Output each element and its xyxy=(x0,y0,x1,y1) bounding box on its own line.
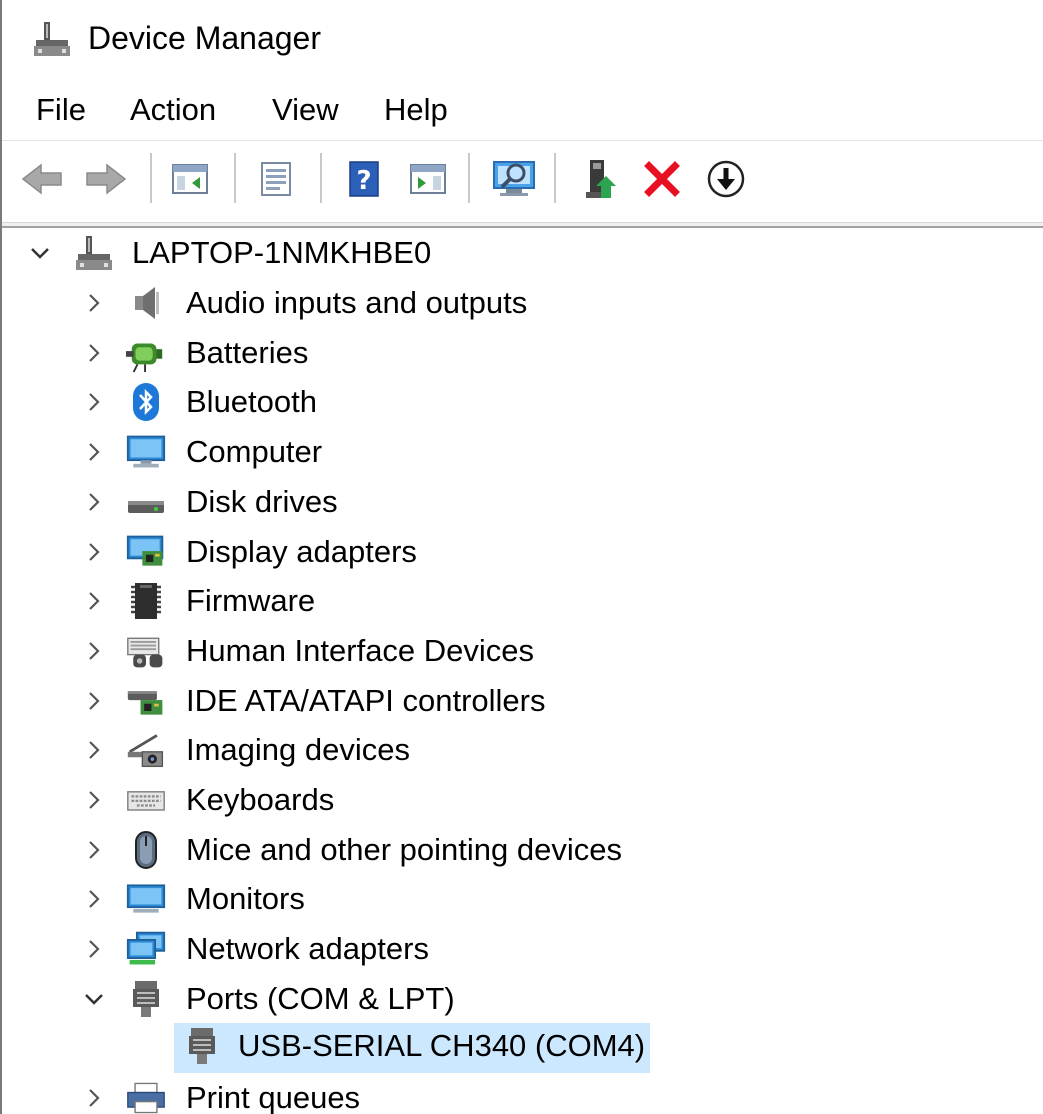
firmware-chip-icon xyxy=(126,581,166,621)
computer-tree-icon xyxy=(74,233,114,273)
title-bar: Device Manager xyxy=(2,0,1043,78)
port-icon xyxy=(182,1026,222,1066)
network-adapter-icon xyxy=(126,929,166,969)
bluetooth-icon xyxy=(126,382,166,422)
tree-category-label: Monitors xyxy=(186,881,305,917)
device-manager-icon xyxy=(32,20,72,58)
tree-category-label: Bluetooth xyxy=(186,384,317,420)
toolbar: ? xyxy=(2,141,1043,209)
device-manager-window: Device Manager File Action View Help ? L… xyxy=(0,0,1043,1114)
tree-category-label: Audio inputs and outputs xyxy=(186,285,528,320)
properties-icon[interactable] xyxy=(252,155,300,203)
tree-category-label: Network adapters xyxy=(186,931,429,967)
tree-category-keyboards[interactable]: Keyboards xyxy=(2,777,1042,823)
forward-arrow-icon[interactable] xyxy=(82,155,130,203)
ide-controller-icon xyxy=(126,681,166,721)
chevron-right-icon[interactable] xyxy=(82,838,106,862)
tree-category-human-interface-devices[interactable]: Human Interface Devices xyxy=(2,628,1042,674)
toolbar-divider xyxy=(320,153,322,203)
chevron-right-icon[interactable] xyxy=(82,341,106,365)
chevron-right-icon[interactable] xyxy=(82,738,106,762)
menu-view[interactable]: View xyxy=(266,90,345,130)
printer-icon xyxy=(126,1078,166,1114)
tree-category-label: Human Interface Devices xyxy=(186,632,535,668)
tree-category-network-adapters[interactable]: Network adapters xyxy=(2,926,1042,972)
speaker-icon xyxy=(126,283,166,323)
update-driver-icon[interactable] xyxy=(578,155,626,203)
battery-icon xyxy=(126,333,166,373)
chevron-right-icon[interactable] xyxy=(82,589,106,613)
keyboard-icon xyxy=(126,780,166,820)
tree-category-print-queues[interactable]: Print queues xyxy=(2,1075,1042,1114)
toolbar-divider xyxy=(554,153,556,203)
menu-file[interactable]: File xyxy=(30,90,92,130)
chevron-right-icon[interactable] xyxy=(82,639,106,663)
pane-divider xyxy=(2,222,1043,228)
tree-category-monitors[interactable]: Monitors xyxy=(2,876,1042,922)
disk-drive-icon xyxy=(126,482,166,522)
tree-category-label: Firmware xyxy=(186,583,316,619)
tree-category-audio-inputs-and-outputs[interactable]: Audio inputs and outputs xyxy=(2,280,1042,326)
tree-category-label: Computer xyxy=(186,434,323,470)
tree-category-label: Disk drives xyxy=(186,483,338,519)
back-arrow-icon[interactable] xyxy=(18,155,66,203)
hid-icon xyxy=(126,631,166,671)
chevron-right-icon[interactable] xyxy=(82,937,106,961)
tree-device-label: USB-SERIAL CH340 (COM4) xyxy=(238,1028,646,1063)
help-icon[interactable]: ? xyxy=(340,155,388,203)
tree-category-batteries[interactable]: Batteries xyxy=(2,330,1042,376)
show-hide-action-pane-icon[interactable] xyxy=(404,155,452,203)
tree-device-usb-serial[interactable]: USB-SERIAL CH340 (COM4) xyxy=(174,1023,650,1069)
svg-text:?: ? xyxy=(356,166,371,196)
tree-root[interactable]: LAPTOP-1NMKHBE0 xyxy=(2,230,1042,276)
tree-category-label: IDE ATA/ATAPI controllers xyxy=(186,682,546,718)
camera-icon xyxy=(126,730,166,770)
tree-category-label: Keyboards xyxy=(186,782,335,817)
tree-category-ports-com-lpt[interactable]: Ports (COM & LPT) xyxy=(2,976,1042,1022)
chevron-right-icon[interactable] xyxy=(82,440,106,464)
chevron-right-icon[interactable] xyxy=(82,390,106,414)
chevron-right-icon[interactable] xyxy=(82,887,106,911)
monitor-computer-icon xyxy=(126,432,166,472)
toolbar-divider xyxy=(234,153,236,203)
chevron-right-icon[interactable] xyxy=(82,540,106,564)
tree-category-label: Mice and other pointing devices xyxy=(186,831,622,867)
tree-category-label: Ports (COM & LPT) xyxy=(186,980,455,1016)
tree-category-label: Display adapters xyxy=(186,533,417,569)
tree-category-computer[interactable]: Computer xyxy=(2,429,1042,475)
mouse-icon xyxy=(126,830,166,870)
tree-category-label: Print queues xyxy=(186,1080,361,1114)
monitor-icon xyxy=(126,879,166,919)
tree-category-mice-and-other-pointing-devices[interactable]: Mice and other pointing devices xyxy=(2,827,1042,873)
chevron-right-icon[interactable] xyxy=(82,291,106,315)
menu-help[interactable]: Help xyxy=(378,90,454,130)
tree-category-ide-ata-atapi-controllers[interactable]: IDE ATA/ATAPI controllers xyxy=(2,678,1042,724)
port-icon xyxy=(126,979,166,1019)
disable-device-icon[interactable] xyxy=(702,155,750,203)
chevron-right-icon[interactable] xyxy=(82,490,106,514)
menu-action[interactable]: Action xyxy=(124,90,222,130)
chevron-right-icon[interactable] xyxy=(82,788,106,812)
toolbar-divider xyxy=(150,153,152,203)
tree-category-label: Imaging devices xyxy=(186,732,411,768)
chevron-down-icon[interactable] xyxy=(82,987,106,1011)
tree-category-firmware[interactable]: Firmware xyxy=(2,578,1042,624)
window-title: Device Manager xyxy=(88,20,321,56)
display-adapter-icon xyxy=(126,532,166,572)
chevron-down-icon[interactable] xyxy=(28,241,52,265)
tree-category-display-adapters[interactable]: Display adapters xyxy=(2,529,1042,575)
tree-root-label: LAPTOP-1NMKHBE0 xyxy=(132,235,432,270)
tree-category-disk-drives[interactable]: Disk drives xyxy=(2,479,1042,525)
tree-category-imaging-devices[interactable]: Imaging devices xyxy=(2,727,1042,773)
uninstall-device-icon[interactable] xyxy=(638,155,686,203)
device-tree: LAPTOP-1NMKHBE0 Audio inputs and outputs… xyxy=(2,230,1043,1114)
scan-hardware-changes-icon[interactable] xyxy=(490,155,538,203)
menu-bar: File Action View Help xyxy=(2,84,1043,138)
tree-category-bluetooth[interactable]: Bluetooth xyxy=(2,379,1042,425)
toolbar-divider xyxy=(468,153,470,203)
chevron-right-icon[interactable] xyxy=(82,689,106,713)
show-hide-console-tree-icon[interactable] xyxy=(166,155,214,203)
tree-category-label: Batteries xyxy=(186,334,309,370)
chevron-right-icon[interactable] xyxy=(82,1086,106,1110)
